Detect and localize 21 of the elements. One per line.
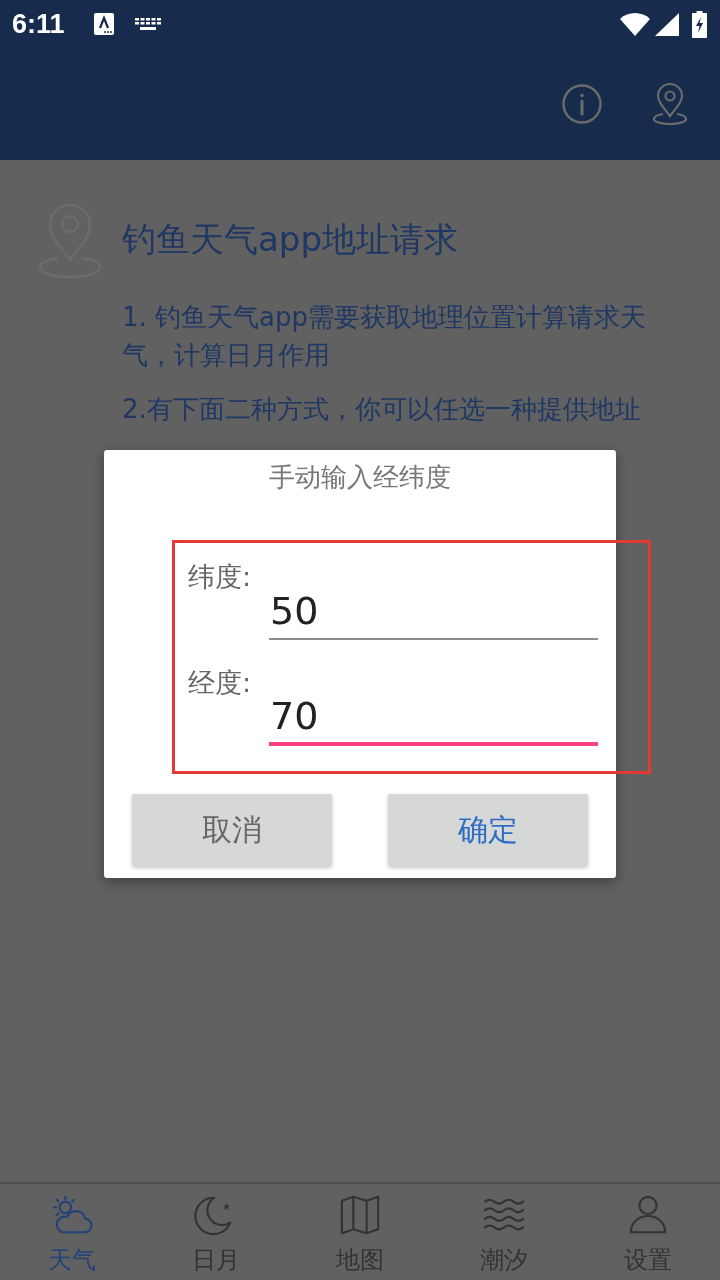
instruction-text: 2.有下面二种方式，你可以任选一种提供地址: [122, 393, 642, 426]
dialog-title: 手动输入经纬度: [269, 461, 451, 494]
battery-icon: [692, 10, 707, 38]
keyboard-icon: [134, 18, 161, 30]
field-label: 经度:: [188, 666, 253, 700]
nav-tab[interactable]: 天气: [0, 1184, 144, 1280]
info-icon[interactable]: [562, 84, 602, 124]
page-title: 钓鱼天气app地址请求: [122, 218, 458, 260]
field-label: 纬度:: [188, 560, 253, 594]
location-pin-icon[interactable]: [653, 83, 687, 125]
input-field[interactable]: 70: [269, 690, 598, 746]
sun-cloud-icon: [50, 1194, 94, 1236]
wifi-icon: [620, 12, 650, 36]
input-method-icon: [93, 13, 114, 35]
cancel-button[interactable]: 取消: [132, 794, 332, 866]
map-icon: [338, 1194, 382, 1236]
status-time: 6:11: [12, 8, 65, 40]
confirm-button[interactable]: 确定: [388, 794, 588, 866]
input-field[interactable]: 50: [269, 584, 598, 640]
signal-icon: [655, 12, 679, 36]
instruction-text: 1. 钓鱼天气app需要获取地理位置计算请求天气，计算日月作用: [122, 301, 647, 372]
